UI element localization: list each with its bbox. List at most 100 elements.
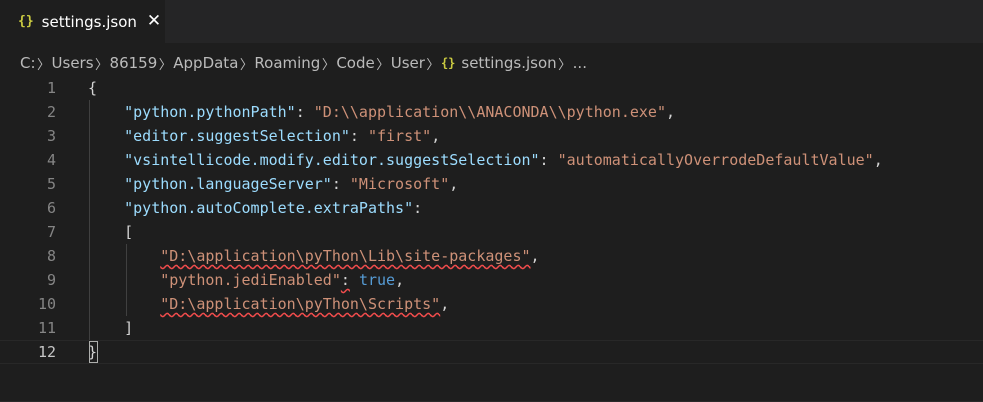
code-line[interactable]: 8 "D:\application\pyThon\Lib\site-packag… xyxy=(0,244,983,268)
chevron-right-icon: 〉 xyxy=(376,57,390,73)
line-code: "vsintellicode.modify.editor.suggestSele… xyxy=(88,148,883,172)
tab-bar: {} settings.json ✕ xyxy=(0,0,983,43)
line-number: 5 xyxy=(46,175,56,193)
breadcrumb-item-roaming[interactable]: Roaming xyxy=(254,54,320,72)
chevron-right-icon: 〉 xyxy=(239,57,253,73)
code-token: , xyxy=(665,103,676,121)
tab-settings-json[interactable]: {} settings.json ✕ xyxy=(0,0,165,43)
breadcrumb-item-user[interactable]: User xyxy=(391,54,425,72)
tab-label: settings.json xyxy=(41,12,137,31)
code-token: , xyxy=(873,151,883,169)
code-token: : xyxy=(331,175,350,193)
vscode-editor-window: {} settings.json ✕ C: 〉 Users 〉 86159 〉 … xyxy=(0,0,983,402)
code-token: : xyxy=(413,199,423,217)
code-token: "python.jediEnabled" xyxy=(160,271,341,289)
chevron-right-icon: 〉 xyxy=(558,57,572,73)
code-line[interactable]: 2 "python.pythonPath": "D:\\application\… xyxy=(0,100,983,124)
text-cursor xyxy=(89,341,98,363)
chevron-right-icon: 〉 xyxy=(426,57,440,73)
code-token: , xyxy=(395,271,405,289)
code-line[interactable]: 3 "editor.suggestSelection": "first", xyxy=(0,124,983,148)
breadcrumb: C: 〉 Users 〉 86159 〉 AppData 〉 Roaming 〉… xyxy=(20,52,587,74)
breadcrumb-item-file[interactable]: settings.json xyxy=(461,54,556,72)
line-code: ] xyxy=(88,316,133,340)
code-token: [ xyxy=(124,223,134,241)
line-code: "D:\application\pyThon\Scripts", xyxy=(88,292,449,316)
code-line[interactable]: 12} xyxy=(0,340,983,364)
code-token: "first" xyxy=(367,127,432,145)
code-token: "Microsoft" xyxy=(349,175,450,193)
code-token: true xyxy=(358,271,396,289)
error-token: : xyxy=(340,271,350,289)
code-line[interactable]: 10 "D:\application\pyThon\Scripts", xyxy=(0,292,983,316)
line-number: 9 xyxy=(46,271,56,289)
chevron-right-icon: 〉 xyxy=(158,57,172,73)
code-token: , xyxy=(431,127,441,145)
line-number: 6 xyxy=(46,199,56,217)
error-token: "D:\application\pyThon\Scripts" xyxy=(160,295,441,313)
line-number: 11 xyxy=(37,319,56,337)
line-code: "python.pythonPath": "D:\\application\\A… xyxy=(88,100,675,124)
line-number: 12 xyxy=(37,343,56,361)
code-token: , xyxy=(530,247,540,265)
line-number: 4 xyxy=(46,151,56,169)
line-code: "editor.suggestSelection": "first", xyxy=(88,124,440,148)
code-line[interactable]: 11 ] xyxy=(0,316,983,340)
line-code: "python.languageServer": "Microsoft", xyxy=(88,172,458,196)
code-line[interactable]: 9 "python.jediEnabled": true, xyxy=(0,268,983,292)
line-code: "python.autoComplete.extraPaths": xyxy=(88,196,422,220)
code-editor[interactable]: 1{2 "python.pythonPath": "D:\\applicatio… xyxy=(0,76,983,402)
code-token: "vsintellicode.modify.editor.suggestSele… xyxy=(124,151,540,169)
breadcrumb-item-more[interactable]: ... xyxy=(573,54,587,72)
line-number: 7 xyxy=(46,223,56,241)
code-token: "editor.suggestSelection" xyxy=(124,127,350,145)
line-code: "python.jediEnabled": true, xyxy=(88,268,404,292)
breadcrumb-item-drive[interactable]: C: xyxy=(20,54,36,72)
line-number: 2 xyxy=(46,103,56,121)
line-code: { xyxy=(88,76,97,100)
line-code: [ xyxy=(88,220,133,244)
line-number: 3 xyxy=(46,127,56,145)
code-line[interactable]: 4 "vsintellicode.modify.editor.suggestSe… xyxy=(0,148,983,172)
code-token: { xyxy=(88,79,98,97)
code-token: , xyxy=(440,295,450,313)
json-file-icon: {} xyxy=(18,14,34,29)
breadcrumb-item-users[interactable]: Users xyxy=(52,54,94,72)
code-line[interactable]: 5 "python.languageServer": "Microsoft", xyxy=(0,172,983,196)
line-number: 1 xyxy=(46,79,56,97)
chevron-right-icon: 〉 xyxy=(37,57,51,73)
error-token: "D:\application\pyThon\Lib\site-packages… xyxy=(160,247,531,265)
breadcrumb-item-appdata[interactable]: AppData xyxy=(173,54,238,72)
line-number: 10 xyxy=(37,295,56,313)
code-token: "D:\\application\\ANACONDA\\python.exe" xyxy=(313,103,666,121)
code-token: "python.autoComplete.extraPaths" xyxy=(124,199,414,217)
breadcrumb-item-code[interactable]: Code xyxy=(336,54,374,72)
line-number: 8 xyxy=(46,247,56,265)
code-token: : xyxy=(295,103,314,121)
code-token: ] xyxy=(124,319,134,337)
line-code: "D:\application\pyThon\Lib\site-packages… xyxy=(88,244,540,268)
close-icon[interactable]: ✕ xyxy=(147,13,161,30)
code-line[interactable]: 1{ xyxy=(0,76,983,100)
chevron-right-icon: 〉 xyxy=(95,57,109,73)
chevron-right-icon: 〉 xyxy=(321,57,335,73)
code-token: : xyxy=(539,151,558,169)
code-token: : xyxy=(349,127,368,145)
code-token: "python.languageServer" xyxy=(124,175,332,193)
code-line[interactable]: 7 [ xyxy=(0,220,983,244)
json-file-icon: {} xyxy=(440,56,456,70)
code-line[interactable]: 6 "python.autoComplete.extraPaths": xyxy=(0,196,983,220)
code-token: "python.pythonPath" xyxy=(124,103,296,121)
breadcrumb-item-user-folder[interactable]: 86159 xyxy=(110,54,158,72)
